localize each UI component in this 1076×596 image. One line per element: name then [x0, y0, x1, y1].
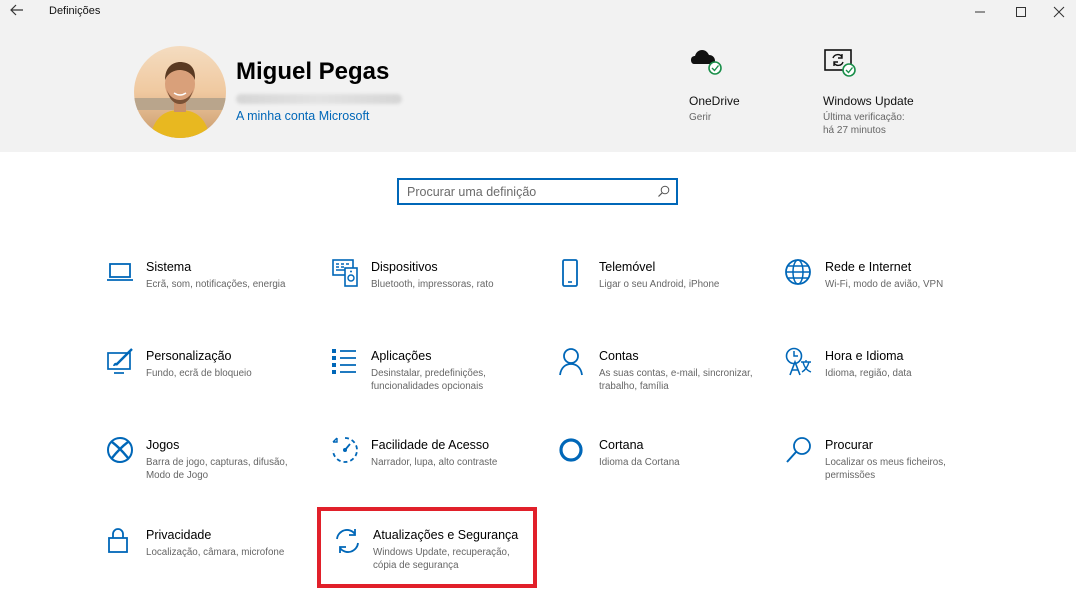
category-description: As suas contas, e-mail, sincronizar, tra… [599, 368, 753, 392]
category-hora-idioma[interactable]: Hora e Idioma Idioma, região, data [785, 347, 995, 417]
category-title: Facilidade de Acesso [371, 438, 490, 452]
category-description: Narrador, lupa, alto contraste [371, 457, 498, 468]
apps-list-icon [331, 347, 361, 377]
category-rede-internet[interactable]: Rede e Internet Wi-Fi, modo de avião, VP… [785, 258, 995, 328]
cortana-icon [559, 436, 589, 466]
microsoft-account-link[interactable]: A minha conta Microsoft [236, 109, 369, 123]
category-description: Fundo, ecrã de bloqueio [146, 368, 252, 379]
user-name: Miguel Pegas [236, 58, 390, 85]
windows-update-subtitle: Última verificação: há 27 minutos [823, 112, 905, 136]
category-description: Barra de jogo, capturas, difusão, Modo d… [146, 457, 288, 481]
onedrive-title: OneDrive [689, 94, 740, 108]
category-description: Ecrã, som, notificações, energia [146, 279, 286, 290]
category-aplicacoes[interactable]: Aplicações Desinstalar, predefinições, f… [331, 347, 541, 417]
category-procurar[interactable]: Procurar Localizar os meus ficheiros, pe… [785, 436, 995, 506]
title-bar: Definições [0, 0, 1076, 24]
laptop-icon [106, 258, 136, 288]
avatar[interactable] [134, 46, 226, 138]
category-description: Localizar os meus ficheiros, permissões [825, 457, 946, 481]
search-icon [785, 436, 815, 466]
category-cortana[interactable]: Cortana Idioma da Cortana [559, 436, 769, 506]
category-description: Idioma, região, data [825, 368, 912, 379]
category-title: Cortana [599, 438, 644, 452]
window-title: Definições [49, 5, 101, 17]
windows-update-quick-action[interactable]: Windows Update Última verificação: há 27… [823, 48, 933, 148]
category-title: Procurar [825, 438, 873, 452]
back-arrow-icon[interactable] [8, 2, 26, 20]
category-telemovel[interactable]: Telemóvel Ligar o seu Android, iPhone [559, 258, 769, 328]
category-title: Hora e Idioma [825, 349, 904, 363]
category-dispositivos[interactable]: Dispositivos Bluetooth, impressoras, rat… [331, 258, 541, 328]
windows-update-icon [823, 48, 859, 80]
onedrive-icon [689, 48, 725, 80]
settings-search-box[interactable] [397, 178, 678, 205]
category-title: Jogos [146, 438, 180, 452]
category-title: Contas [599, 349, 639, 363]
onedrive-subtitle: Gerir [689, 112, 712, 123]
category-description: Desinstalar, predefinições, funcionalida… [371, 368, 486, 392]
category-description: Wi-Fi, modo de avião, VPN [825, 279, 944, 290]
category-facilidade-acesso[interactable]: Facilidade de Acesso Narrador, lupa, alt… [331, 436, 541, 506]
time-language-icon [785, 347, 815, 377]
user-email-blurred [236, 94, 402, 104]
category-description: Ligar o seu Android, iPhone [599, 279, 720, 290]
category-title: Dispositivos [371, 260, 438, 274]
close-button[interactable] [1036, 0, 1076, 24]
category-title: Aplicações [371, 349, 432, 363]
paint-icon [106, 347, 136, 377]
category-sistema[interactable]: Sistema Ecrã, som, notificações, energia [106, 258, 316, 328]
search-input[interactable] [407, 184, 647, 200]
magnifier-icon[interactable] [657, 185, 670, 198]
category-description: Bluetooth, impressoras, rato [371, 279, 494, 290]
minimize-button[interactable] [957, 0, 1003, 24]
phone-icon [559, 258, 589, 288]
globe-icon [785, 258, 815, 288]
category-title: Privacidade [146, 528, 212, 542]
devices-icon [331, 258, 361, 288]
category-jogos[interactable]: Jogos Barra de jogo, capturas, difusão, … [106, 436, 316, 506]
category-title: Personalização [146, 349, 232, 363]
category-title: Sistema [146, 260, 192, 274]
category-personalizacao[interactable]: Personalização Fundo, ecrã de bloqueio [106, 347, 316, 417]
category-contas[interactable]: Contas As suas contas, e-mail, sincroniz… [559, 347, 769, 417]
windows-update-title: Windows Update [823, 94, 914, 108]
category-description: Idioma da Cortana [599, 457, 680, 468]
lock-icon [106, 526, 136, 556]
category-title: Telemóvel [599, 260, 656, 274]
xbox-icon [106, 436, 136, 466]
category-description: Localização, câmara, microfone [146, 547, 285, 558]
category-title: Rede e Internet [825, 260, 912, 274]
highlight-box [317, 507, 537, 588]
ease-of-access-icon [331, 436, 361, 466]
category-privacidade[interactable]: Privacidade Localização, câmara, microfo… [106, 526, 316, 596]
person-icon [559, 347, 589, 377]
onedrive-quick-action[interactable]: OneDrive Gerir [689, 48, 779, 148]
account-header: Miguel Pegas A minha conta Microsoft One… [0, 24, 1076, 152]
